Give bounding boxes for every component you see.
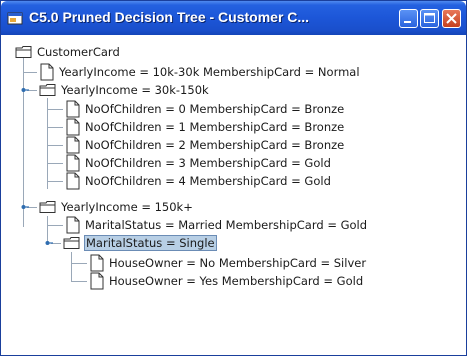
tree-connector <box>47 98 48 189</box>
tree-node-leaf[interactable]: NoOfChildren = 0 MembershipCard = Bronze <box>65 100 344 118</box>
folder-open-icon <box>39 201 56 213</box>
folder-open-icon <box>63 237 80 249</box>
tree-node-label: HouseOwner = No MembershipCard = Silver <box>109 256 367 270</box>
tree-node-label: MaritalStatus = Married MembershipCard =… <box>85 218 368 232</box>
tree-connector <box>47 127 63 128</box>
app-window: C5.0 Pruned Decision Tree - Customer C..… <box>0 0 467 356</box>
tree-node-label: NoOfChildren = 0 MembershipCard = Bronze <box>85 102 345 116</box>
close-button[interactable] <box>442 9 461 28</box>
document-icon <box>66 136 80 154</box>
document-icon <box>90 272 104 290</box>
tree-connector <box>47 163 63 164</box>
tree-connector <box>23 54 24 227</box>
tree-node-label: HouseOwner = Yes MembershipCard = Gold <box>109 274 364 288</box>
tree-connector <box>71 263 87 264</box>
tree-node-label: YearlyIncome = 30k-150k <box>61 83 209 97</box>
tree-node-leaf[interactable]: NoOfChildren = 3 MembershipCard = Gold <box>65 154 331 172</box>
app-window-icon <box>7 12 23 25</box>
tree-node-root[interactable]: CustomerCard <box>15 43 120 61</box>
window-title: C5.0 Pruned Decision Tree - Customer C..… <box>29 9 310 25</box>
tree-connector <box>71 281 87 282</box>
maximize-button[interactable] <box>420 9 439 28</box>
tree-node-leaf[interactable]: HouseOwner = Yes MembershipCard = Gold <box>89 272 363 290</box>
document-icon <box>66 172 80 190</box>
folder-open-icon <box>15 46 32 58</box>
tree-node-leaf[interactable]: HouseOwner = No MembershipCard = Silver <box>89 254 366 272</box>
tree-node-label-selected: MaritalStatus = Single <box>84 235 217 251</box>
tree-node-branch[interactable]: YearlyIncome = 150k+ <box>39 198 193 216</box>
expanded-handle-icon[interactable] <box>21 203 29 211</box>
maximize-icon <box>424 13 435 23</box>
tree-node-leaf[interactable]: NoOfChildren = 2 MembershipCard = Bronze <box>65 136 344 154</box>
document-icon <box>66 118 80 136</box>
tree-connector <box>71 252 72 282</box>
expanded-handle-icon[interactable] <box>21 86 29 94</box>
expanded-handle-icon[interactable] <box>45 239 53 247</box>
minimize-icon <box>404 21 411 23</box>
tree-node-label: YearlyIncome = 150k+ <box>61 200 193 214</box>
title-bar[interactable]: C5.0 Pruned Decision Tree - Customer C..… <box>1 1 466 35</box>
tree-node-leaf[interactable]: YearlyIncome = 10k-30k MembershipCard = … <box>39 63 360 81</box>
tree-node-label: NoOfChildren = 3 MembershipCard = Gold <box>85 156 331 170</box>
tree-node-label: CustomerCard <box>37 45 120 59</box>
tree-connector <box>47 145 63 146</box>
tree-node-label: NoOfChildren = 2 MembershipCard = Bronze <box>85 138 345 152</box>
close-icon <box>446 13 457 24</box>
document-icon <box>66 216 80 234</box>
tree-node-leaf[interactable]: NoOfChildren = 1 MembershipCard = Bronze <box>65 118 344 136</box>
tree-node-leaf[interactable]: NoOfChildren = 4 MembershipCard = Gold <box>65 172 331 190</box>
document-icon <box>90 254 104 272</box>
tree-connector <box>47 225 63 226</box>
tree-connector <box>47 181 63 182</box>
tree-node-label: NoOfChildren = 4 MembershipCard = Gold <box>85 174 331 188</box>
document-icon <box>66 154 80 172</box>
folder-open-icon <box>39 84 56 96</box>
tree-node-label: YearlyIncome = 10k-30k MembershipCard = … <box>59 65 360 79</box>
tree-node-branch[interactable]: YearlyIncome = 30k-150k <box>39 81 209 99</box>
document-icon <box>40 63 54 81</box>
tree-connector <box>47 109 63 110</box>
tree-node-label: NoOfChildren = 1 MembershipCard = Bronze <box>85 120 345 134</box>
tree-node-leaf[interactable]: MaritalStatus = Married MembershipCard =… <box>65 216 367 234</box>
document-icon <box>66 100 80 118</box>
minimize-button[interactable] <box>399 9 418 28</box>
tree-view[interactable]: CustomerCard YearlyIncome = 10k-30k Memb… <box>1 35 466 355</box>
tree-node-branch-selected[interactable]: MaritalStatus = Single <box>63 234 217 252</box>
tree-connector <box>23 72 37 73</box>
